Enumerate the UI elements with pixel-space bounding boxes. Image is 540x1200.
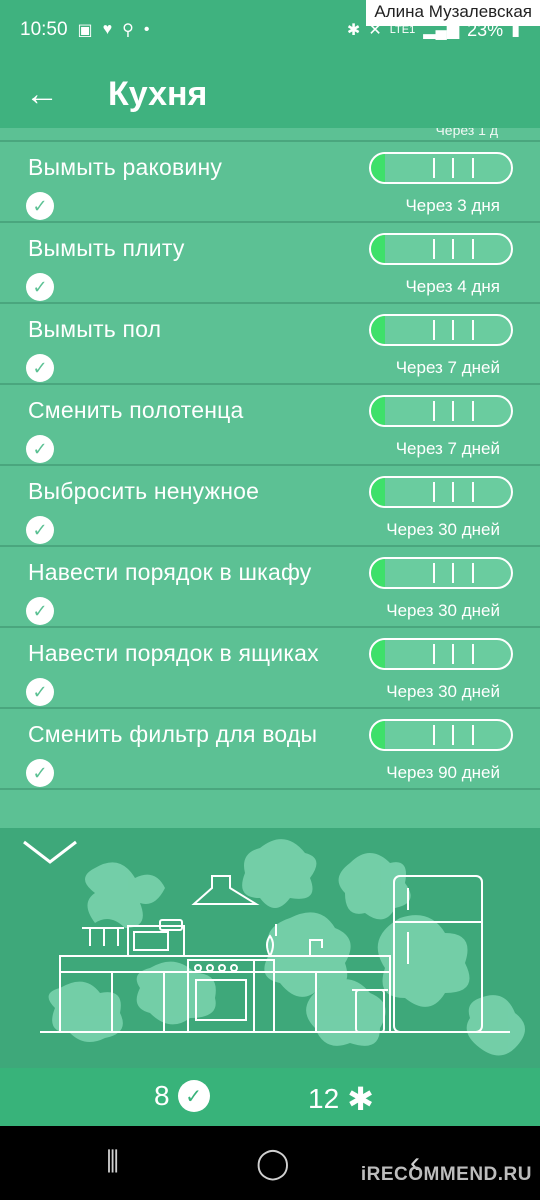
star-count: 12 bbox=[308, 1083, 340, 1114]
dot-icon: • bbox=[143, 21, 150, 38]
progress-divider bbox=[471, 158, 474, 178]
task-row[interactable]: Навести порядок в ящиках ✓ Через 30 дней bbox=[0, 628, 540, 709]
system-nav-bar: ⦀ ◯ ‹ iRECOMMEND.RU bbox=[0, 1126, 540, 1200]
progress-divider bbox=[471, 482, 474, 502]
progress-divider bbox=[471, 644, 474, 664]
progress-divider bbox=[452, 320, 455, 340]
progress-divider bbox=[432, 401, 435, 421]
progress-divider bbox=[432, 320, 435, 340]
watermark-user: Алина Музалевская bbox=[366, 0, 540, 26]
progress-fill bbox=[371, 316, 385, 344]
progress-divider bbox=[452, 158, 455, 178]
check-circle-icon[interactable]: ✓ bbox=[26, 192, 54, 220]
task-due-label: Через 3 дня bbox=[405, 196, 500, 215]
status-time: 10:50 bbox=[20, 19, 68, 40]
bluetooth-icon: ✱ bbox=[346, 22, 361, 39]
check-circle-icon: ✓ bbox=[177, 1080, 210, 1112]
task-title: Вымыть раковину bbox=[28, 154, 223, 180]
progress-divider bbox=[452, 239, 455, 259]
progress-divider bbox=[471, 563, 474, 583]
search-icon: ⚲ bbox=[122, 22, 134, 39]
check-circle-icon[interactable]: ✓ bbox=[26, 354, 54, 382]
check-circle-icon[interactable]: ✓ bbox=[26, 597, 54, 625]
progress-fill bbox=[371, 721, 385, 749]
progress-divider bbox=[452, 644, 455, 664]
recents-icon[interactable]: ⦀ bbox=[106, 1146, 119, 1180]
task-list[interactable]: Через 1 д Вымыть раковину ✓ Через 3 дня Вым… bbox=[0, 128, 540, 828]
task-due-label: Через 7 дней bbox=[395, 439, 500, 458]
progress-divider bbox=[471, 725, 474, 745]
task-row[interactable]: Навести порядок в шкафу ✓ Через 30 дней bbox=[0, 547, 540, 628]
task-progress-bar bbox=[369, 395, 513, 427]
progress-fill bbox=[371, 559, 385, 587]
done-stat[interactable]: 8 ✓ bbox=[154, 1080, 210, 1112]
heart-icon: ♥ bbox=[102, 21, 113, 38]
progress-divider bbox=[471, 239, 474, 259]
task-title: Навести порядок в шкафу bbox=[28, 559, 312, 585]
check-circle-icon[interactable]: ✓ bbox=[26, 273, 54, 301]
task-title: Навести порядок в ящиках bbox=[28, 640, 319, 666]
gallery-icon: ▣ bbox=[77, 22, 93, 39]
peek-due-label: Через 1 д bbox=[435, 128, 498, 138]
task-title: Выбросить ненужное bbox=[28, 478, 260, 504]
kitchen-drawing bbox=[40, 839, 525, 1056]
task-progress-bar bbox=[369, 719, 513, 751]
task-row[interactable]: Сменить фильтр для воды ✓ Через 90 дней bbox=[0, 709, 540, 790]
check-circle-icon[interactable]: ✓ bbox=[26, 435, 54, 463]
task-title: Вымыть плиту bbox=[28, 235, 185, 261]
progress-divider bbox=[452, 482, 455, 502]
progress-fill bbox=[371, 397, 385, 425]
arrow-left-icon: ← bbox=[25, 74, 59, 113]
task-row[interactable]: Выбросить ненужное ✓ Через 30 дней bbox=[0, 466, 540, 547]
task-progress-bar bbox=[369, 314, 513, 346]
app-bar: ← Кухня bbox=[0, 60, 540, 128]
watermark-site: iRECOMMEND.RU bbox=[360, 1164, 532, 1185]
task-row[interactable]: Вымыть раковину ✓ Через 3 дня bbox=[0, 142, 540, 223]
stats-bar: 8 ✓ 12 ✱ bbox=[0, 1068, 540, 1126]
back-button[interactable]: ← bbox=[0, 60, 84, 128]
star-stat[interactable]: 12 ✱ bbox=[308, 1080, 374, 1118]
progress-divider bbox=[432, 482, 435, 502]
task-due-label: Через 4 дня bbox=[405, 277, 500, 296]
progress-divider bbox=[471, 320, 474, 340]
progress-divider bbox=[432, 239, 435, 259]
check-circle-icon[interactable]: ✓ bbox=[26, 759, 54, 787]
progress-fill bbox=[371, 235, 385, 263]
task-progress-bar bbox=[369, 476, 513, 508]
task-due-label: Через 30 дней bbox=[386, 601, 500, 620]
task-title: Вымыть пол bbox=[28, 316, 162, 342]
list-item-partial: Через 1 д bbox=[0, 128, 540, 142]
check-circle-icon[interactable]: ✓ bbox=[26, 678, 54, 706]
task-title: Сменить полотенца bbox=[28, 397, 244, 423]
task-row[interactable]: Вымыть пол ✓ Через 7 дней bbox=[0, 304, 540, 385]
task-progress-bar bbox=[369, 233, 513, 265]
progress-divider bbox=[432, 158, 435, 178]
progress-divider bbox=[452, 725, 455, 745]
task-progress-bar bbox=[369, 152, 513, 184]
task-due-label: Через 90 дней bbox=[386, 763, 500, 782]
progress-fill bbox=[371, 478, 385, 506]
task-due-label: Через 30 дней bbox=[386, 682, 500, 701]
kitchen-illustration bbox=[0, 828, 540, 1068]
progress-divider bbox=[452, 563, 455, 583]
check-circle-icon[interactable]: ✓ bbox=[26, 516, 54, 544]
progress-divider bbox=[471, 401, 474, 421]
progress-divider bbox=[452, 401, 455, 421]
task-progress-bar bbox=[369, 638, 513, 670]
task-progress-bar bbox=[369, 557, 513, 589]
done-count: 8 bbox=[154, 1080, 170, 1111]
progress-fill bbox=[371, 640, 385, 668]
progress-divider bbox=[432, 725, 435, 745]
task-row[interactable]: Вымыть плиту ✓ Через 4 дня bbox=[0, 223, 540, 304]
task-due-label: Через 7 дней bbox=[395, 358, 500, 377]
home-icon[interactable]: ◯ bbox=[256, 1146, 290, 1181]
progress-divider bbox=[432, 563, 435, 583]
progress-divider bbox=[432, 644, 435, 664]
task-title: Сменить фильтр для воды bbox=[28, 721, 318, 747]
progress-fill bbox=[371, 154, 385, 182]
task-row[interactable]: Сменить полотенца ✓ Через 7 дней bbox=[0, 385, 540, 466]
star-icon: ✱ bbox=[347, 1081, 374, 1117]
task-due-label: Через 30 дней bbox=[386, 520, 500, 539]
page-title: Кухня bbox=[108, 74, 208, 113]
